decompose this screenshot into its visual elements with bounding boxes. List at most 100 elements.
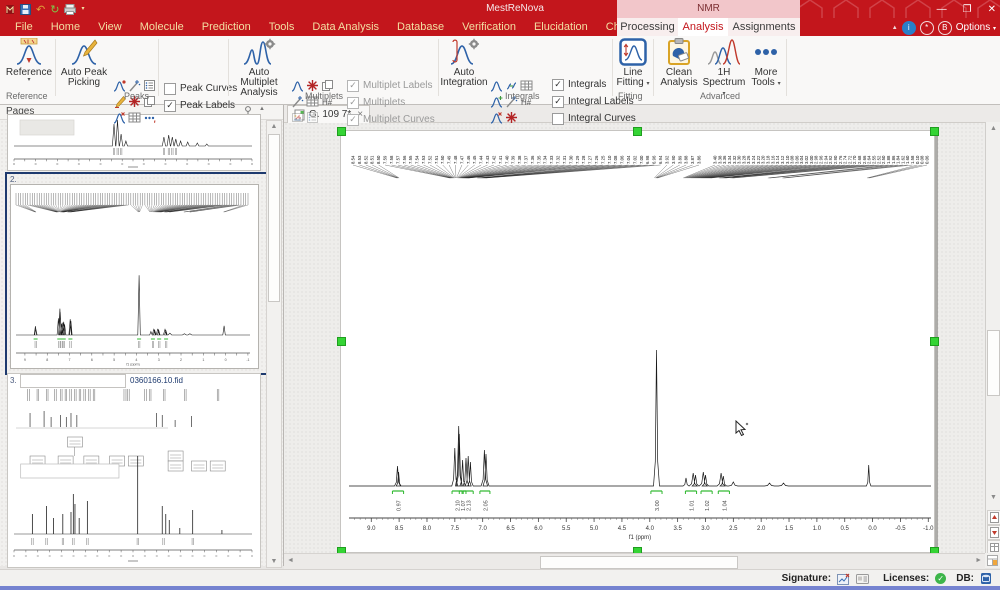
spectrum-page[interactable]: 9.0 8.5 8.0 7.5 7.0 6.5 6.0 5.5 5.0 4.5 4.0 3.5 3.0 2… — [340, 130, 935, 553]
pages-scrollbar[interactable]: ▲ ▼ — [266, 120, 282, 568]
peak-plus-icon[interactable] — [489, 94, 503, 108]
contextual-tab-group: NMR Processing Analysis Assignments — [617, 0, 800, 36]
page-thumbnail-3[interactable]: 3. 0360166.10.fid — [7, 373, 261, 568]
info-icon[interactable]: i — [901, 20, 916, 35]
table-icon[interactable] — [127, 110, 141, 124]
scroll-up-icon[interactable]: ▲ — [267, 123, 281, 130]
checkbox-multiplets[interactable]: Multiplets — [347, 94, 435, 111]
auto-peak-picking-button[interactable]: Auto Peak Picking — [58, 38, 110, 88]
page-thumbnail-2-selected[interactable]: 2. 9 8 7 6 5 4 3 2 1 0 -1 f1 (ppm) — [5, 172, 268, 375]
svg-text:7.36: 7.36 — [530, 155, 535, 164]
settings-gear-icon[interactable]: * — [919, 20, 934, 35]
table-icon[interactable] — [519, 78, 533, 92]
feedback-icon[interactable]: B — [937, 20, 952, 35]
auto-multiplet-analysis-button[interactable]: Auto Multiplet Analysis — [231, 38, 287, 98]
previous-page-button[interactable] — [987, 510, 1000, 525]
checkbox-box[interactable] — [347, 79, 359, 92]
canvas-hscrollbar[interactable]: ◄ ► — [284, 553, 985, 569]
close-button[interactable]: ✕ — [988, 4, 996, 15]
quick-access-caret-icon[interactable]: ▾ — [81, 6, 84, 12]
list-icon[interactable] — [142, 78, 156, 92]
dots-icon[interactable] — [142, 110, 156, 124]
wand-icon[interactable] — [290, 94, 304, 108]
checkbox-integral-curves[interactable]: Integral Curves — [552, 110, 636, 127]
document-canvas[interactable]: 9.0 8.5 8.0 7.5 7.0 6.5 6.0 5.5 5.0 4.5 4.0 3.5 3.0 2… — [284, 122, 985, 553]
menu-file[interactable]: File — [6, 18, 42, 36]
blank-icon[interactable] — [519, 110, 533, 124]
checkbox-box[interactable] — [552, 78, 564, 91]
peak-up-icon[interactable] — [290, 78, 304, 92]
menu-database[interactable]: Database — [388, 18, 453, 36]
checkbox-box[interactable] — [347, 113, 359, 126]
print-icon[interactable] — [64, 3, 77, 15]
maximize-button[interactable]: ❐ — [963, 4, 972, 15]
clean-analysis-button[interactable]: Clean Analysis — [656, 38, 702, 88]
checkbox-peak-labels[interactable]: Peak Labels — [164, 97, 237, 114]
svg-text:7.42: 7.42 — [491, 155, 496, 164]
checkbox-box[interactable] — [347, 96, 359, 109]
options-menu[interactable]: Options ▾ — [956, 22, 996, 33]
scroll-right-icon[interactable]: ► — [975, 557, 982, 564]
redo-icon[interactable]: ↻ — [50, 3, 59, 16]
menu-prediction[interactable]: Prediction — [193, 18, 260, 36]
selection-handle-mid-right[interactable] — [930, 337, 939, 346]
licenses-ok-icon[interactable]: ✓ — [935, 573, 947, 584]
menu-view[interactable]: View — [89, 18, 131, 36]
img-icon[interactable] — [290, 110, 304, 124]
scroll-down-icon[interactable]: ▼ — [986, 494, 1000, 501]
minimize-button[interactable]: — — [937, 4, 947, 15]
menu-molecule[interactable]: Molecule — [131, 18, 193, 36]
peak-x-icon[interactable] — [489, 110, 503, 124]
blank-icon[interactable] — [320, 110, 334, 124]
save-icon[interactable] — [20, 3, 31, 15]
line-fitting-button[interactable]: Line Fitting ▾ — [614, 38, 652, 88]
selection-handle-top-center[interactable] — [633, 127, 642, 136]
link-icon[interactable] — [504, 78, 518, 92]
tab-processing[interactable]: Processing — [617, 18, 678, 36]
undo-icon[interactable]: ↶ — [36, 3, 45, 16]
peak-up-icon[interactable] — [489, 78, 503, 92]
collapse-ribbon-icon[interactable]: ▲ — [892, 25, 898, 31]
peak-red-dot-icon[interactable] — [112, 78, 126, 92]
burst-icon[interactable] — [504, 110, 518, 124]
wand-icon[interactable] — [127, 78, 141, 92]
tab-assignments[interactable]: Assignments — [728, 18, 800, 36]
menu-elucidation[interactable]: Elucidation — [525, 18, 597, 36]
canvas-vscrollbar-thumb[interactable] — [987, 330, 1000, 396]
canvas-vscrollbar[interactable]: ▲ ▼ — [985, 122, 1000, 555]
signature-card-icon[interactable] — [856, 573, 870, 585]
checkbox-multiplet-labels[interactable]: Multiplet Labels — [347, 77, 435, 94]
scroll-left-icon[interactable]: ◄ — [287, 557, 294, 564]
scroll-down-icon[interactable]: ▼ — [267, 558, 281, 565]
canvas-hscrollbar-thumb[interactable] — [540, 556, 738, 569]
menu-data-analysis[interactable]: Data Analysis — [303, 18, 388, 36]
checkbox-box[interactable] — [164, 99, 176, 112]
checkbox-box[interactable] — [164, 82, 176, 95]
next-page-button[interactable] — [987, 525, 1000, 540]
tab-analysis[interactable]: Analysis — [678, 18, 728, 36]
menu-tools[interactable]: Tools — [260, 18, 304, 36]
selection-handle-top-right[interactable] — [930, 127, 939, 136]
database-icon[interactable] — [980, 572, 992, 585]
scroll-up-icon[interactable]: ▲ — [986, 125, 1000, 132]
pages-scrollbar-thumb[interactable] — [268, 134, 280, 302]
menu-verification[interactable]: Verification — [453, 18, 525, 36]
multiplets-tools-grid: H# — [290, 78, 335, 126]
selection-handle-top-left[interactable] — [337, 127, 346, 136]
selection-handle-mid-left[interactable] — [337, 337, 346, 346]
spectrum-1h-button[interactable]: 1H Spectrum ▾ — [702, 38, 746, 98]
checkbox-peak-curves[interactable]: Peak Curves — [164, 80, 237, 97]
checkbox-box[interactable] — [552, 112, 564, 125]
svg-text:8: 8 — [46, 358, 48, 362]
checkbox-multiplet-curves[interactable]: Multiplet Curves — [347, 111, 435, 128]
signature-stamp-icon[interactable] — [837, 573, 850, 585]
checkbox-box[interactable] — [552, 95, 564, 108]
peak-x-icon[interactable] — [112, 110, 126, 124]
burst-icon[interactable] — [305, 78, 319, 92]
auto-integration-button[interactable]: Auto Integration — [440, 38, 488, 88]
more-tools-button[interactable]: More Tools ▾ — [748, 38, 784, 88]
copy-icon[interactable] — [320, 78, 334, 92]
reference-button[interactable]: Reference ▾ — [4, 38, 54, 83]
list-icon[interactable] — [305, 110, 319, 124]
menu-home[interactable]: Home — [42, 18, 89, 36]
